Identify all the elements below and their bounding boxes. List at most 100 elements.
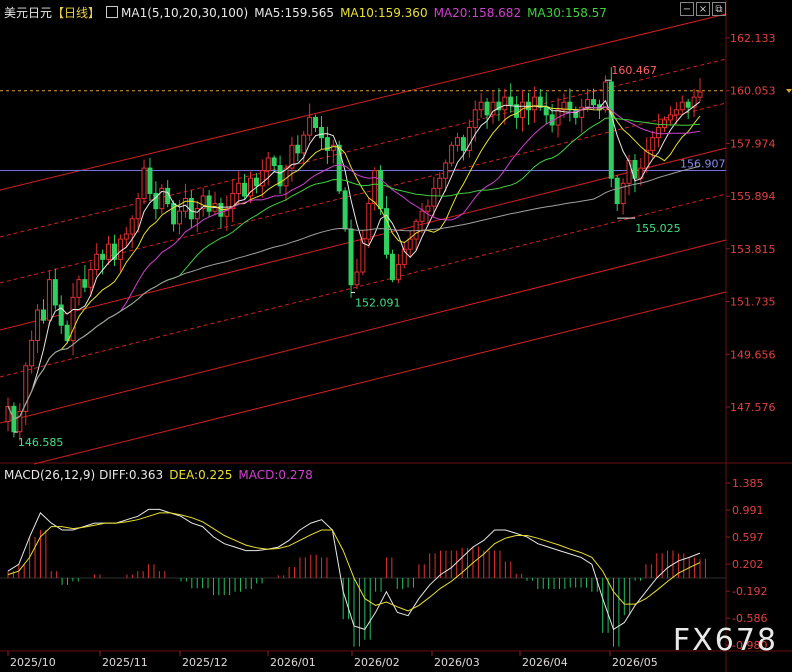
ma10-value: MA10:159.360 (340, 6, 428, 20)
candle-body (502, 96, 508, 111)
candle-body (348, 228, 354, 286)
date-tick-label: 2026/04 (522, 656, 568, 669)
date-tick-label: 2026/01 (270, 656, 316, 669)
annotation-high-label: 160.467 (611, 64, 657, 77)
candle-body (117, 238, 123, 260)
date-tick-label: 2025/11 (102, 656, 148, 669)
candle-body (82, 279, 88, 288)
candle-body (389, 253, 395, 281)
candle-body (135, 198, 141, 220)
candle-body (253, 177, 259, 187)
minus-icon[interactable]: − (680, 2, 694, 16)
candle-body (236, 182, 242, 194)
candle-body (88, 268, 94, 288)
candle-body (484, 101, 490, 116)
macd-header: MACD(26,12,9) DIFF:0.363 DEA:0.225 MACD:0.2… (4, 468, 319, 482)
candle-body (679, 101, 685, 111)
macd-tick-label: 0.597 (732, 531, 764, 544)
watermark: FX678 (672, 623, 778, 658)
candle-body (94, 253, 100, 270)
candle-body (354, 271, 360, 286)
candle-body (697, 91, 703, 98)
candle-body (460, 137, 466, 151)
macd-tick-label: -0.192 (732, 585, 767, 598)
candle-body (147, 167, 153, 194)
diff-value: DIFF:0.363 (99, 468, 164, 482)
candle-body (455, 137, 461, 146)
candle-body (685, 101, 691, 108)
candle-body (419, 210, 425, 222)
candle-body (206, 195, 212, 212)
candle-body (608, 81, 614, 179)
main-chart-header: 美元日元【日线】 MA1(5,10,20,30,100) MA5:159.565 MA… (4, 4, 613, 21)
price-tick-label: 153.815 (730, 243, 776, 256)
candle-body (531, 96, 537, 111)
candle-body (443, 162, 449, 179)
annotation-low-label: 146.585 (18, 436, 64, 449)
candle-body (472, 109, 478, 129)
channel-line (0, 13, 727, 191)
candle-body (29, 339, 35, 367)
candle-body (301, 134, 307, 154)
ma20-line (7, 105, 701, 420)
candle-body (591, 99, 597, 106)
candle-body (567, 101, 573, 111)
candle-body (656, 127, 662, 139)
symbol-label: 美元日元 (4, 6, 53, 20)
candle-body (378, 170, 384, 210)
candle-body (106, 243, 112, 260)
candle-body (650, 137, 656, 151)
annotation-low-label: 152.091 (355, 297, 401, 310)
candle-body (64, 324, 70, 341)
candle-body (100, 253, 106, 260)
candle-body (425, 205, 431, 212)
candle-body (318, 127, 324, 139)
candle-body (141, 167, 147, 200)
candle-body (76, 279, 82, 298)
candle-body (662, 119, 668, 129)
candle-body (342, 190, 348, 230)
candle-body (218, 203, 224, 217)
chart-stage: 162.133 160.053 157.974 155.894 153.815 151.7… (0, 0, 792, 672)
macd-tick-label: 0.991 (732, 504, 764, 517)
dea-value: DEA:0.225 (169, 468, 233, 482)
price-chart-canvas[interactable]: 162.133 160.053 157.974 155.894 153.815 151.7… (0, 0, 792, 672)
price-flag-icon (786, 89, 792, 94)
candle-body (667, 114, 673, 121)
candle-body (35, 309, 41, 341)
candle-body (366, 203, 372, 240)
horizontal-level-label: 156.907 (680, 157, 726, 170)
candle-body (307, 116, 313, 136)
ma-params[interactable]: MA1(5,10,20,30,100) (121, 6, 248, 20)
price-tick-label: 155.894 (730, 190, 776, 203)
annotation-low-label: 155.025 (635, 222, 681, 235)
price-tick-label: 147.576 (730, 401, 776, 414)
candle-body (437, 177, 443, 189)
macd-tick-label: 0.202 (732, 558, 764, 571)
date-tick-label: 2025/10 (10, 656, 56, 669)
candle-body (177, 210, 183, 225)
candle-body (673, 109, 679, 116)
candle-body (242, 182, 248, 197)
ma10-line (7, 105, 701, 420)
macd-bars-group (7, 530, 706, 647)
candle-body (478, 101, 484, 111)
close-icon[interactable]: × (696, 2, 710, 16)
candle-body (602, 81, 608, 111)
macd-params[interactable]: MACD(26,12,9) (4, 468, 95, 482)
candle-body (40, 309, 46, 321)
period-label[interactable]: 【日线】 (52, 6, 100, 20)
ma-param-icon[interactable] (106, 6, 119, 18)
price-tick-label: 162.133 (730, 32, 776, 45)
candle-body (431, 187, 437, 207)
candle-body (614, 177, 620, 205)
candle-body (194, 208, 200, 220)
date-tick-label: 2025/12 (182, 656, 228, 669)
candle-body (372, 170, 378, 205)
candle-body (626, 159, 632, 184)
candle-body (585, 99, 591, 108)
maximize-icon[interactable]: ⧉ (712, 2, 726, 16)
candle-body (295, 144, 301, 154)
price-tick-label: 149.656 (730, 348, 776, 361)
candle-body (265, 157, 271, 172)
